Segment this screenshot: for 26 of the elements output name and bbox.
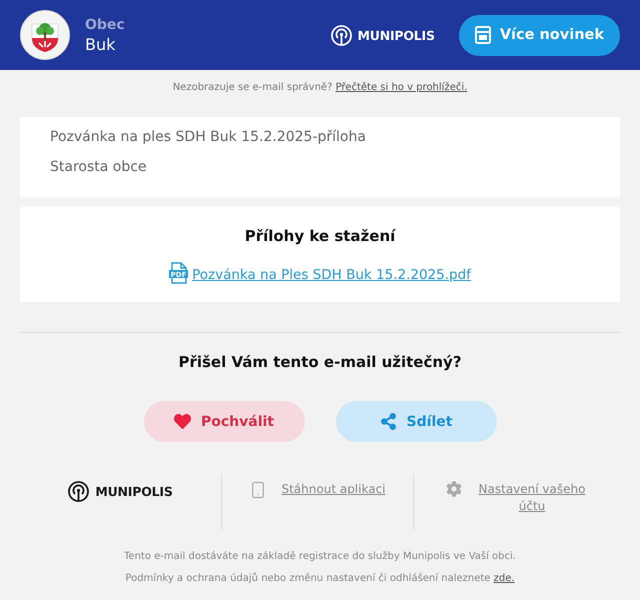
view-in-browser-link[interactable]: Přečtěte si ho v prohlížeči.	[336, 82, 468, 93]
browser-notice: Nezobrazuje se e-mail správně? Přečtěte si ho v prohlížeči.	[172, 81, 468, 95]
municipality-label: Obec	[85, 16, 125, 35]
brand-name: MUNIPOLIS	[358, 28, 435, 42]
praise-button[interactable]: Pochválit	[144, 401, 304, 442]
footer-note: Tento e-mail dostáváte na základě registrace do služby Munipolis ve Vaší obci.	[124, 550, 516, 564]
footer-note: Podmínky a ochrana údajů nebo změnu nastavení či odhlášení naleznete zde.	[125, 572, 515, 586]
brand-name: MUNIPOLIS	[95, 484, 173, 499]
gear-icon	[446, 481, 462, 497]
feedback-question: Přišel Vám tento e-mail užitečný?	[177, 352, 463, 372]
signal-icon	[330, 24, 352, 46]
signal-icon	[68, 481, 90, 502]
message-text: Pozvánka na ples SDH Buk 15.2.2025-příloha	[50, 128, 367, 147]
crest-icon	[20, 10, 70, 60]
more-news-button[interactable]: Více novinek	[458, 14, 620, 56]
heart-icon	[174, 413, 191, 430]
attachment-link[interactable]: Pozvánka na Ples SDH Buk 15.2.2025.pdf	[192, 266, 471, 284]
municipality-name: Buk	[85, 35, 116, 55]
message-text: Starosta obce	[50, 158, 148, 177]
account-settings-link[interactable]: Nastavení vašeho účtu	[476, 481, 588, 515]
share-icon	[380, 413, 397, 430]
window-icon	[474, 26, 491, 44]
share-button[interactable]: Sdílet	[336, 401, 496, 442]
download-app-link[interactable]: Stáhnout aplikaci	[281, 481, 386, 498]
attachments-title: Přílohy ke stažení	[244, 226, 396, 246]
here-link[interactable]: zde.	[494, 573, 515, 584]
